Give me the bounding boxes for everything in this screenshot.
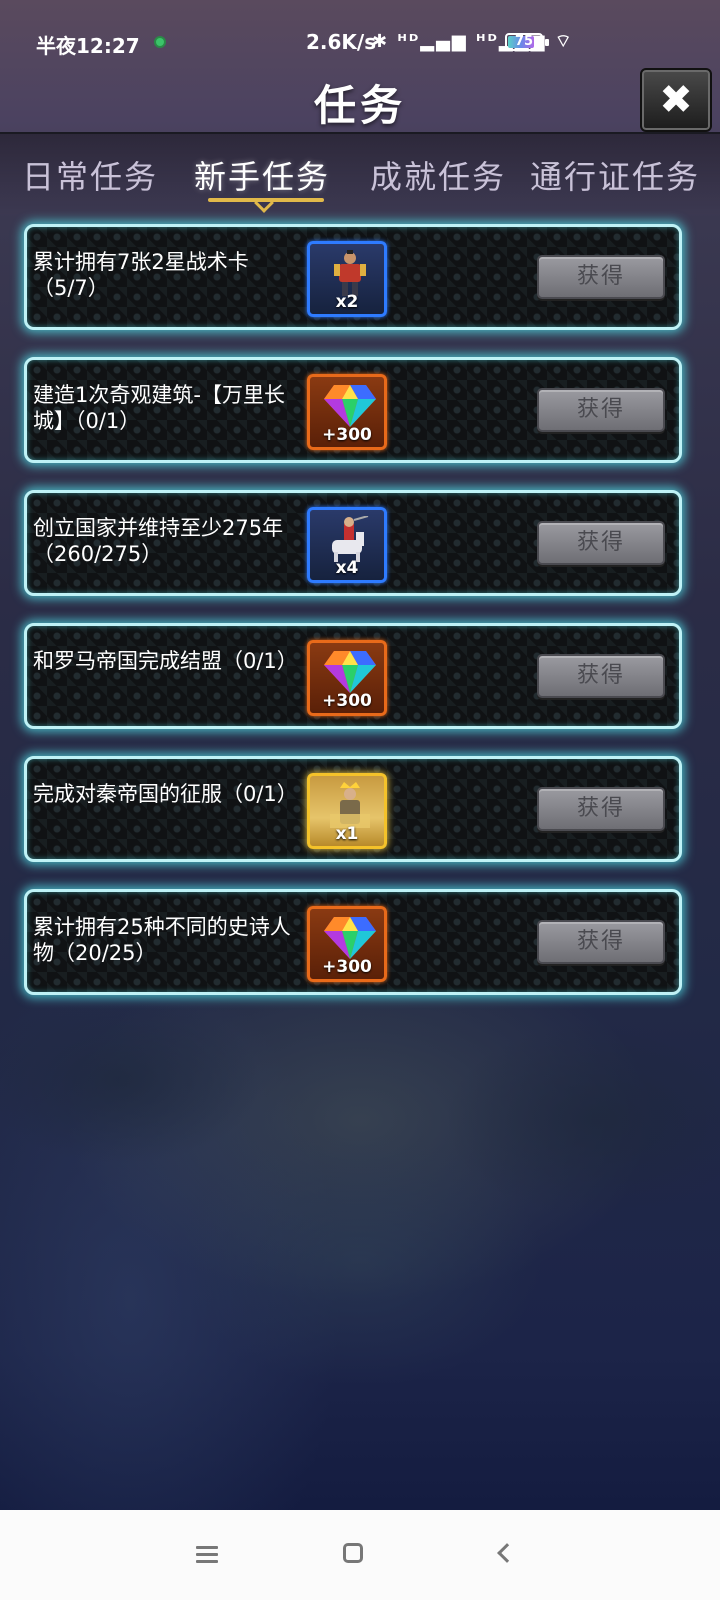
menu-icon[interactable] xyxy=(196,1546,218,1567)
gem-reward-icon[interactable]: +300 xyxy=(307,374,387,450)
home-icon[interactable] xyxy=(343,1543,363,1563)
claim-button[interactable]: 获得 xyxy=(537,654,665,698)
quest-description: 创立国家并维持至少275年（260/275） xyxy=(33,516,284,566)
claim-button[interactable]: 获得 xyxy=(537,388,665,432)
tab-pass[interactable]: 通行证任务 xyxy=(530,152,700,198)
quest-card: 创立国家并维持至少275年（260/275） x4 获得 xyxy=(24,490,682,596)
system-nav-bar xyxy=(0,1510,720,1600)
battery-level: 75 xyxy=(514,34,534,49)
network-speed: 2.6K/s xyxy=(306,30,377,54)
tab-daily[interactable]: 日常任务 xyxy=(22,152,158,198)
status-bar: 半夜12:27 2.6K/s ✱ ᴴᴰ▂▄▆ ᴴᴰ▂▄▆ ⌔ 75 xyxy=(0,20,720,66)
gem-reward-icon[interactable]: +300 xyxy=(307,640,387,716)
quest-list: 累计拥有7张2星战术卡（5/7） x2 获得 建造1次奇观建筑-【万里长城】（0/1）… xyxy=(24,224,682,1022)
card-reward-icon[interactable]: x1 xyxy=(307,773,387,849)
reward-quantity: +300 xyxy=(322,425,372,445)
reward-quantity: x4 xyxy=(335,558,359,578)
tab-achievement[interactable]: 成就任务 xyxy=(370,152,506,198)
quest-description: 和罗马帝国完成结盟（0/1） xyxy=(33,649,298,673)
reward-quantity: +300 xyxy=(322,957,372,977)
card-reward-icon[interactable]: x2 xyxy=(307,241,387,317)
quest-description: 建造1次奇观建筑-【万里长城】（0/1） xyxy=(33,383,285,433)
quest-card: 累计拥有7张2星战术卡（5/7） x2 获得 xyxy=(24,224,682,330)
back-icon[interactable] xyxy=(497,1543,517,1563)
card-reward-icon[interactable]: x4 xyxy=(307,507,387,583)
battery-icon: 75 xyxy=(505,33,543,51)
background-scenery xyxy=(0,960,720,1510)
quest-description: 累计拥有7张2星战术卡（5/7） xyxy=(33,250,249,300)
signal-icons: ✱ ᴴᴰ▂▄▆ ᴴᴰ▂▄▆ ⌔ xyxy=(372,31,574,52)
quest-card: 建造1次奇观建筑-【万里长城】（0/1） +300 获得 xyxy=(24,357,682,463)
reward-quantity: x1 xyxy=(335,824,359,844)
claim-button[interactable]: 获得 xyxy=(537,521,665,565)
status-time: 半夜12:27 xyxy=(36,34,140,58)
quest-card: 和罗马帝国完成结盟（0/1） +300 获得 xyxy=(24,623,682,729)
close-button[interactable]: ✖ xyxy=(640,68,712,132)
quest-card: 完成对秦帝国的征服（0/1） x1 获得 xyxy=(24,756,682,862)
tab-bar: 日常任务 新手任务 成就任务 通行证任务 xyxy=(0,132,720,214)
notification-dot-icon xyxy=(154,36,166,48)
claim-button[interactable]: 获得 xyxy=(537,255,665,299)
claim-button[interactable]: 获得 xyxy=(537,920,665,964)
quest-description: 累计拥有25种不同的史诗人物（20/25） xyxy=(33,915,291,965)
close-icon: ✖ xyxy=(659,77,693,123)
battery-tip xyxy=(545,39,549,46)
page-title: 任务 xyxy=(313,81,406,130)
quest-description: 完成对秦帝国的征服（0/1） xyxy=(33,782,298,806)
quest-card: 累计拥有25种不同的史诗人物（20/25） +300 获得 xyxy=(24,889,682,995)
gem-reward-icon[interactable]: +300 xyxy=(307,906,387,982)
claim-button[interactable]: 获得 xyxy=(537,787,665,831)
tab-newbie[interactable]: 新手任务 xyxy=(194,152,330,198)
reward-quantity: +300 xyxy=(322,691,372,711)
reward-quantity: x2 xyxy=(335,292,359,312)
